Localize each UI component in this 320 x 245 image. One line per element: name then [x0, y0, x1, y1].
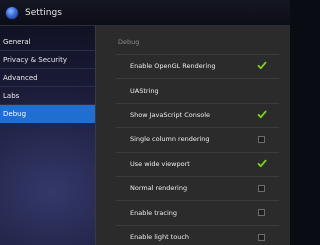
sidebar-item-debug[interactable]: Debug	[0, 105, 95, 123]
checkbox-checked[interactable]	[257, 61, 267, 70]
sidebar-item-general[interactable]: General	[0, 33, 95, 51]
setting-label: Enable OpenGL Rendering	[130, 62, 216, 71]
browser-settings-screen: Settings General Privacy & Security Adva…	[0, 0, 290, 245]
sidebar-item-label: Privacy & Security	[3, 56, 67, 64]
divider	[116, 151, 279, 153]
sidebar-item-advanced[interactable]: Advanced	[0, 69, 95, 87]
setting-label: Use wide viewport	[130, 159, 190, 168]
sidebar-item-label: Debug	[3, 110, 27, 118]
setting-label: Enable light touch	[130, 232, 190, 241]
setting-label: Single column rendering	[130, 135, 210, 144]
divider	[116, 127, 279, 129]
checkbox-box	[258, 233, 265, 241]
setting-row-single-column-rendering[interactable]: Single column rendering	[96, 127, 290, 151]
divider	[116, 78, 279, 80]
debug-settings-panel: Debug Enable OpenGL Rendering UAString S…	[95, 26, 290, 245]
divider	[116, 224, 279, 226]
checkbox-box	[258, 136, 265, 144]
action-bar: Settings	[0, 0, 290, 26]
sidebar-item-privacy-security[interactable]: Privacy & Security	[0, 51, 95, 69]
sidebar-item-labs[interactable]: Labs	[0, 87, 95, 105]
sidebar-item-label: Advanced	[3, 74, 38, 82]
checkbox-unchecked[interactable]	[258, 208, 266, 217]
checkbox-checked[interactable]	[257, 159, 267, 168]
checkbox-unchecked[interactable]	[258, 135, 266, 144]
settings-app-icon[interactable]	[5, 5, 19, 20]
setting-row-normal-rendering[interactable]: Normal rendering	[96, 175, 290, 200]
setting-label: Normal rendering	[130, 184, 188, 193]
divider	[116, 200, 279, 202]
panel-header: Debug	[118, 38, 140, 46]
checkmark-icon	[257, 61, 267, 70]
settings-list: Enable OpenGL Rendering UAString Show Ja…	[96, 54, 290, 245]
setting-row-enable-opengl-rendering[interactable]: Enable OpenGL Rendering	[96, 54, 290, 78]
app-title: Settings	[25, 7, 62, 18]
checkmark-icon	[257, 159, 267, 167]
setting-row-use-wide-viewport[interactable]: Use wide viewport	[96, 151, 290, 176]
checkbox-unchecked[interactable]	[258, 233, 266, 241]
setting-row-enable-light-touch[interactable]: Enable light touch	[96, 224, 290, 245]
setting-row-uastring[interactable]: UAString	[96, 78, 290, 102]
checkbox-box	[258, 184, 265, 192]
divider	[116, 102, 279, 104]
divider	[116, 175, 279, 177]
sidebar-item-label: Labs	[3, 92, 20, 100]
checkbox-checked[interactable]	[257, 110, 267, 119]
settings-sidebar: General Privacy & Security Advanced Labs…	[0, 26, 95, 245]
checkmark-icon	[257, 110, 267, 118]
checkbox-unchecked[interactable]	[258, 184, 266, 192]
setting-label: Enable tracing	[130, 208, 178, 217]
checkbox-box	[258, 209, 265, 217]
setting-label: Show JavaScript Console	[130, 110, 211, 119]
setting-row-enable-tracing[interactable]: Enable tracing	[96, 200, 290, 224]
setting-label: UAString	[130, 86, 159, 95]
setting-row-show-javascript-console[interactable]: Show JavaScript Console	[96, 102, 290, 127]
sidebar-item-label: General	[3, 38, 31, 46]
divider	[116, 54, 279, 55]
